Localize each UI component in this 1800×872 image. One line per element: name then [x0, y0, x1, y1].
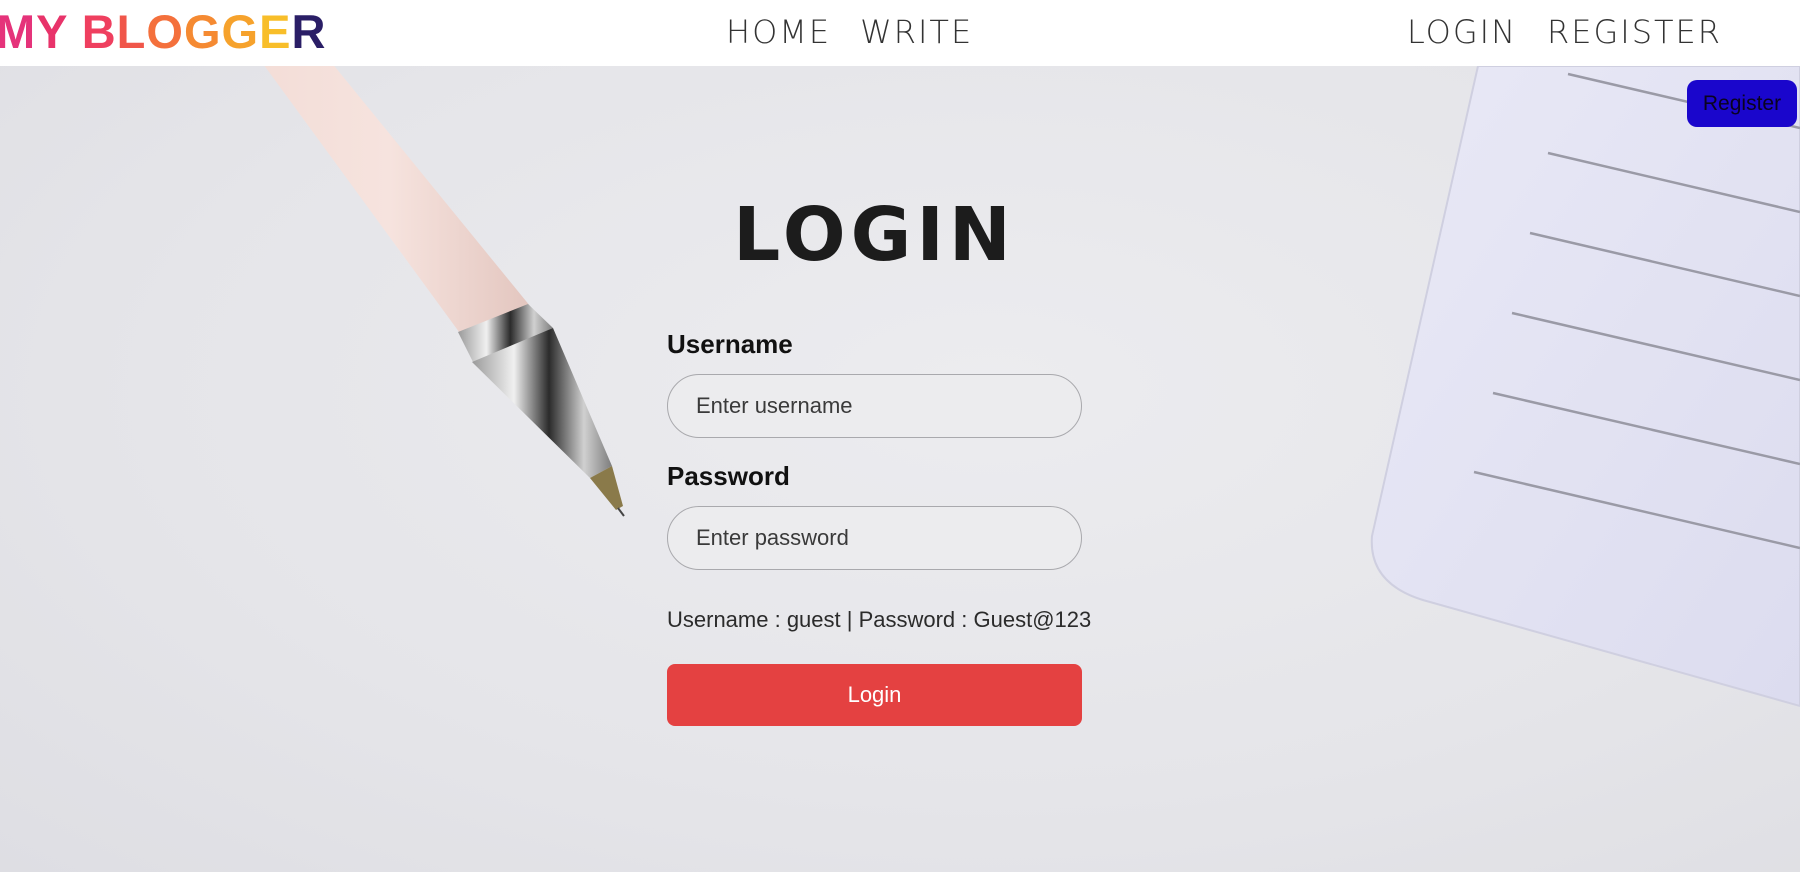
brand-letter: G — [183, 5, 222, 58]
brand-letter: M — [0, 5, 37, 58]
notepad-icon — [1370, 66, 1800, 708]
auth-nav: LOGIN REGISTER — [1407, 13, 1722, 51]
brand-letter: O — [146, 5, 184, 58]
brand-letter — [68, 5, 82, 58]
nav-home-link[interactable]: HOME — [726, 13, 831, 51]
password-label: Password — [667, 461, 790, 491]
register-button[interactable]: Register — [1687, 80, 1797, 127]
brand-letter: R — [291, 5, 327, 58]
username-label: Username — [667, 329, 793, 359]
primary-nav: HOME WRITE — [726, 13, 973, 51]
nav-login-link[interactable]: LOGIN — [1407, 13, 1517, 51]
username-input[interactable] — [667, 374, 1082, 438]
login-form: LOGIN Username Password Username : guest… — [667, 190, 1092, 726]
brand-letter: B — [81, 5, 117, 58]
guest-credentials-hint: Username : guest | Password : Guest@123 — [667, 607, 1092, 632]
login-button[interactable]: Login — [667, 664, 1082, 726]
brand-letter: L — [116, 5, 147, 58]
brand-letter: E — [259, 5, 292, 58]
brand-letter: G — [221, 5, 260, 58]
nav-register-link[interactable]: REGISTER — [1547, 13, 1722, 51]
nav-write-link[interactable]: WRITE — [860, 13, 973, 51]
top-navigation-bar: MY BLOGGER HOME WRITE LOGIN REGISTER — [0, 0, 1800, 66]
brand-letter: Y — [36, 5, 68, 58]
brand-logo[interactable]: MY BLOGGER — [0, 5, 326, 59]
page-title: LOGIN — [733, 192, 1016, 278]
password-input[interactable] — [667, 506, 1082, 570]
pen-icon — [264, 66, 625, 517]
